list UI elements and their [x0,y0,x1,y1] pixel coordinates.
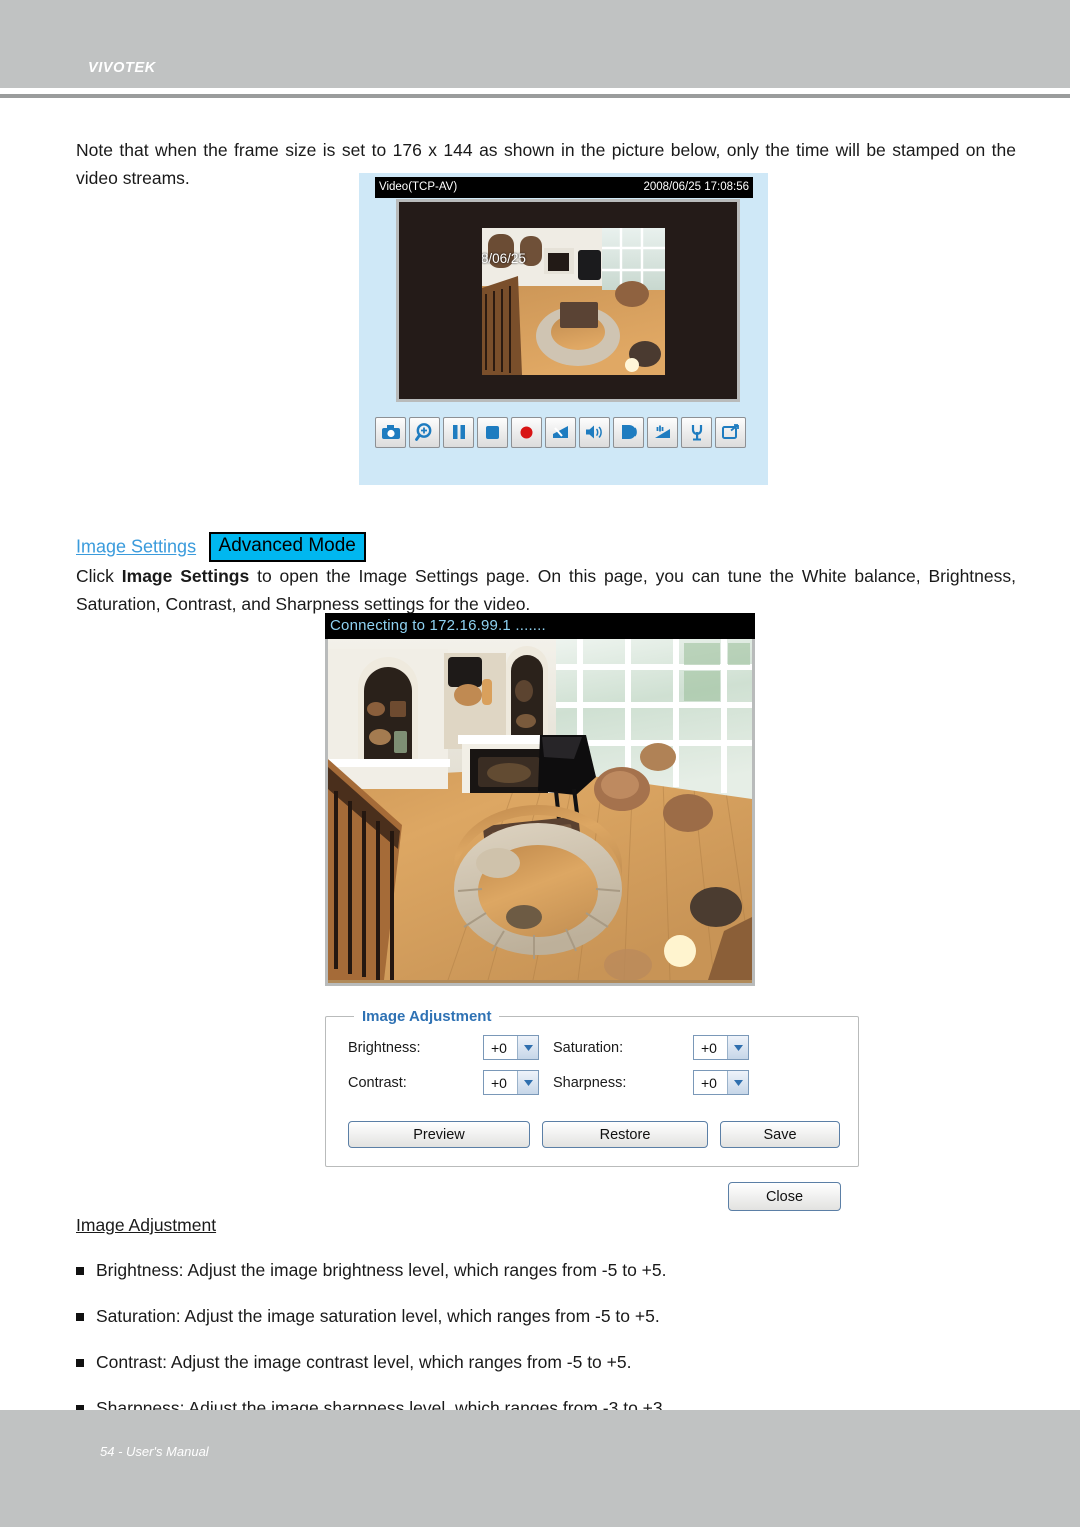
digital-zoom-icon[interactable] [409,416,440,448]
header-divider [0,94,1070,98]
image-settings-link-row: Image Settings Advanced Mode [76,532,366,562]
pause-icon[interactable] [443,416,474,448]
list-item: Saturation: Adjust the image saturation … [76,1304,976,1328]
save-button[interactable]: Save [720,1121,840,1148]
volume-mute-icon[interactable] [545,416,576,448]
brightness-value: +0 [491,1039,507,1056]
adjustment-fields-grid: Brightness: +0 Saturation: +0 Contrast: [348,1035,840,1095]
advanced-mode-badge[interactable]: Advanced Mode [208,532,366,562]
contrast-value: +0 [491,1074,507,1091]
saturation-label: Saturation: [553,1039,624,1056]
image-adjustment-fieldset: Image Adjustment Brightness: +0 Saturati… [325,1008,859,1167]
list-item: Brightness: Adjust the image brightness … [76,1258,976,1282]
brightness-select[interactable]: +0 [483,1035,539,1060]
bullet-text: Saturation: Adjust the image saturation … [96,1306,660,1326]
contrast-select[interactable]: +0 [483,1070,539,1095]
sharpness-label: Sharpness: [553,1074,627,1091]
list-item: Contrast: Adjust the image contrast leve… [76,1350,976,1374]
contrast-label: Contrast: [348,1074,407,1091]
talk-icon[interactable] [613,416,644,448]
mic-volume-icon[interactable] [647,416,678,448]
image-adjustment-legend: Image Adjustment [362,1008,492,1025]
player-video-screen[interactable]: 17:08:56 2008/06/25 [396,199,740,402]
saturation-value: +0 [701,1039,717,1056]
video-player-widget: Video(TCP-AV) 2008/06/25 17:08:56 8/06/2… [359,173,768,485]
chevron-down-icon[interactable] [727,1036,748,1059]
page-header-band [0,0,1070,88]
chevron-down-icon[interactable] [727,1071,748,1094]
chevron-down-icon[interactable] [517,1036,538,1059]
video-stream-frame: 17:08:56 2008/06/25 [482,228,665,375]
brightness-label: Brightness: [348,1039,421,1056]
page-footer-band [0,1410,1080,1527]
square-bullet-icon [76,1313,84,1321]
sharpness-value: +0 [701,1074,717,1091]
player-control-bar [375,413,753,451]
dialog-preview-image[interactable] [325,639,755,986]
image-adjustment-panel: Image Adjustment Brightness: +0 Saturati… [325,1008,859,1211]
section-title: Image Adjustment [76,1215,217,1235]
dialog-button-row: Preview Restore Save [348,1121,840,1148]
vivotek-logo: VIVOTEK [88,60,156,76]
footer-page-label: 54 - User's Manual [100,1444,209,1459]
fullscreen-icon[interactable] [715,416,746,448]
snapshot-icon[interactable] [375,416,406,448]
image-settings-dialog: Connecting to 172.16.99.1 ....... Image … [325,613,859,1211]
preview-button[interactable]: Preview [348,1121,530,1148]
page-right-margin [1070,0,1080,1410]
player-timestamp: 2008/06/25 17:08:56 [643,181,749,193]
bullet-text: Brightness: Adjust the image brightness … [96,1260,667,1280]
speaker-icon[interactable] [579,416,610,448]
video-overlay-timestamp: 17:08:56 2008/06/25 [482,251,526,266]
dialog-titlebar: Connecting to 172.16.99.1 ....... [325,613,755,639]
living-room-photo [328,639,752,981]
restore-button[interactable]: Restore [542,1121,708,1148]
saturation-select[interactable]: +0 [693,1035,749,1060]
stop-icon[interactable] [477,416,508,448]
square-bullet-icon [76,1359,84,1367]
sharpness-select[interactable]: +0 [693,1070,749,1095]
stream-label: Video(TCP-AV) [379,181,458,193]
image-settings-link[interactable]: Image Settings [76,537,196,557]
close-button-row: Close [325,1182,857,1211]
chevron-down-icon[interactable] [517,1071,538,1094]
record-icon[interactable] [511,416,542,448]
image-settings-description: Click Image Settings to open the Image S… [76,566,1016,614]
microphone-icon[interactable] [681,416,712,448]
bullet-text: Contrast: Adjust the image contrast leve… [96,1352,632,1372]
close-button[interactable]: Close [728,1182,841,1211]
image-settings-emphasis: Image Settings [121,566,250,586]
player-titlebar: Video(TCP-AV) 2008/06/25 17:08:56 [375,177,753,198]
square-bullet-icon [76,1267,84,1275]
